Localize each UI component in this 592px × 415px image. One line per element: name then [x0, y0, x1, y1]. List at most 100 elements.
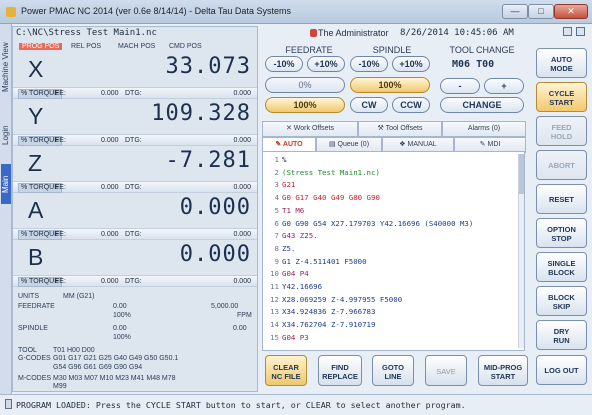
- spindle-cw-button[interactable]: CW: [350, 97, 388, 113]
- button-label-1: FEED: [551, 123, 572, 132]
- units-row: UNITS MM (G21): [13, 293, 257, 303]
- tab-mach-pos[interactable]: MACH POS: [118, 43, 155, 50]
- line-text: X28.069259 Z-4.997955 F5000: [282, 294, 403, 304]
- feedrate-percent: 100%: [113, 312, 131, 319]
- axis-letter: A: [28, 197, 44, 223]
- code-line[interactable]: 5 T1 M6: [263, 206, 517, 216]
- clear-nc-file-button[interactable]: CLEAR NC FILE: [265, 355, 307, 386]
- button-label-1: LOG OUT: [544, 366, 579, 375]
- minimize-button[interactable]: —: [502, 4, 528, 19]
- axis-value: -7.281: [165, 148, 251, 173]
- line-number: 7: [274, 231, 279, 241]
- feed-hold-button[interactable]: FEED HOLD: [536, 116, 587, 146]
- button-label-1: FIND: [331, 363, 349, 372]
- tool-minus-button[interactable]: -: [440, 78, 480, 94]
- toolchange-codes: M06 T00: [452, 59, 495, 70]
- single-block-button[interactable]: SINGLE BLOCK: [536, 252, 587, 282]
- code-line[interactable]: 8 Z5.: [263, 244, 517, 254]
- code-line[interactable]: 7 G43 Z25.: [263, 231, 517, 241]
- mcodes-line-2: M99: [53, 383, 67, 390]
- code-line[interactable]: 6 G0 G90 G54 X27.179703 Y42.16696 (S40000…: [263, 219, 517, 229]
- dtg-label: DTG:: [125, 90, 142, 97]
- spindle-title: SPINDLE: [372, 45, 412, 55]
- line-number: 15: [270, 332, 279, 342]
- feedrate-minus-button[interactable]: -10%: [265, 56, 303, 72]
- tab-alarms[interactable]: Alarms (0): [442, 121, 526, 137]
- toolchange-title: TOOL CHANGE: [449, 45, 515, 55]
- code-line[interactable]: 14 X34.762704 Z-7.910719: [263, 320, 517, 330]
- line-text: G04 P4: [282, 269, 309, 279]
- maximize-button[interactable]: □: [528, 4, 554, 19]
- feedrate-label: FEEDRATE: [18, 303, 55, 310]
- line-text: G43 Z25.: [282, 231, 318, 241]
- code-line[interactable]: 2 (Stress Test Main1.nc): [263, 168, 517, 178]
- code-line[interactable]: 1%: [263, 155, 517, 165]
- button-label-1: CYCLE: [548, 89, 575, 98]
- reset-button[interactable]: RESET: [536, 184, 587, 214]
- mid-prog-start-button[interactable]: MID-PROG START: [478, 355, 528, 386]
- feedrate-plus-button[interactable]: +10%: [307, 56, 345, 72]
- tab-cmd-pos[interactable]: CMD POS: [169, 43, 202, 50]
- dtg-label: DTG:: [125, 137, 142, 144]
- tool-plus-button[interactable]: +: [484, 78, 524, 94]
- fe-value: 0.000: [101, 231, 119, 238]
- code-line[interactable]: 15 G04 P3: [263, 333, 517, 343]
- tab-rel-pos[interactable]: REL POS: [71, 43, 101, 50]
- axis-letter: X: [28, 56, 44, 82]
- code-line[interactable]: 10 G04 P4: [263, 269, 517, 279]
- close-button[interactable]: ✕: [554, 4, 588, 19]
- abort-button[interactable]: ABORT: [536, 150, 587, 180]
- tool-change-button[interactable]: CHANGE: [440, 97, 524, 113]
- nc-program-editor[interactable]: 1% 2 (Stress Test Main1.nc) 3 G21 4 G0 G17 G40…: [262, 151, 525, 351]
- feedrate-max: 5,000.00: [211, 303, 239, 310]
- cycle-start-button[interactable]: CYCLE START: [536, 82, 587, 112]
- spindle-plus-button[interactable]: +10%: [392, 56, 430, 72]
- line-number: 14: [270, 320, 279, 330]
- tab-machine-view[interactable]: Machine View: [1, 28, 11, 106]
- feedrate-override-button[interactable]: 100%: [265, 97, 345, 113]
- fe-label: FE:: [55, 137, 66, 144]
- tab-label: MDI: [487, 141, 501, 148]
- spindle-label: SPINDLE: [18, 325, 48, 332]
- code-line[interactable]: 3 G21: [263, 180, 517, 190]
- tab-prog-pos[interactable]: PROG POS: [19, 43, 63, 50]
- line-number: 9: [274, 256, 279, 266]
- gcodes-row: G-CODES G01 G17 G21 G25 G40 G49 G50 G50.…: [13, 355, 257, 375]
- editor-scrollbar[interactable]: [518, 154, 524, 348]
- tab-main[interactable]: Main: [1, 164, 11, 204]
- save-button[interactable]: SAVE: [425, 355, 467, 386]
- spindle-ccw-button[interactable]: CCW: [392, 97, 430, 113]
- fe-value: 0.000: [101, 278, 119, 285]
- button-label-2: SKIP: [552, 302, 571, 311]
- option-stop-button[interactable]: OPTION STOP: [536, 218, 587, 248]
- scrollbar-thumb[interactable]: [519, 154, 524, 194]
- grid-icon[interactable]: [576, 27, 585, 36]
- window-icon[interactable]: [563, 27, 572, 36]
- dtg-value: 0.000: [233, 278, 251, 285]
- window-titlebar: Power PMAC NC 2014 (ver 0.6e 8/14/14) - …: [0, 0, 592, 24]
- tab-label: MANUAL: [407, 141, 437, 148]
- line-text: G1 Z-4.511401 F5000: [282, 256, 367, 266]
- axis-value: 0.000: [179, 242, 251, 267]
- block-skip-button[interactable]: BLOCK SKIP: [536, 286, 587, 316]
- auto-mode-button[interactable]: AUTO MODE: [536, 48, 587, 78]
- code-line[interactable]: 9 G1 Z-4.511401 F5000: [263, 257, 517, 267]
- status-bar: PROGRAM LOADED: Press the CYCLE START bu…: [0, 394, 592, 415]
- tab-tool-offsets[interactable]: ⚒ Tool Offsets: [358, 121, 442, 137]
- tab-login[interactable]: Login: [1, 114, 11, 156]
- goto-line-button[interactable]: GOTO LINE: [372, 355, 414, 386]
- spindle-minus-button[interactable]: -10%: [350, 56, 388, 72]
- spindle-override-button[interactable]: 100%: [350, 77, 430, 93]
- line-text: X34.924836 Z-7.966783: [282, 307, 376, 317]
- log-out-button[interactable]: LOG OUT: [536, 355, 587, 385]
- code-line[interactable]: 13 X34.924836 Z-7.966783: [263, 307, 517, 317]
- tab-work-offsets[interactable]: ✕ Work Offsets: [262, 121, 358, 137]
- fe-value: 0.000: [101, 184, 119, 191]
- code-line[interactable]: 11 Y42.16696: [263, 282, 517, 292]
- axis-b-row: B 0.000 % TORQUE FE: 0.000 DTG: 0.000: [13, 242, 257, 299]
- find-replace-button[interactable]: FIND REPLACE: [318, 355, 362, 386]
- dry-run-button[interactable]: DRY RUN: [536, 320, 587, 350]
- code-line[interactable]: 12 X28.069259 Z-4.997955 F5000: [263, 295, 517, 305]
- code-line[interactable]: 4 G0 G17 G40 G49 G80 G90: [263, 193, 517, 203]
- dtg-value: 0.000: [233, 231, 251, 238]
